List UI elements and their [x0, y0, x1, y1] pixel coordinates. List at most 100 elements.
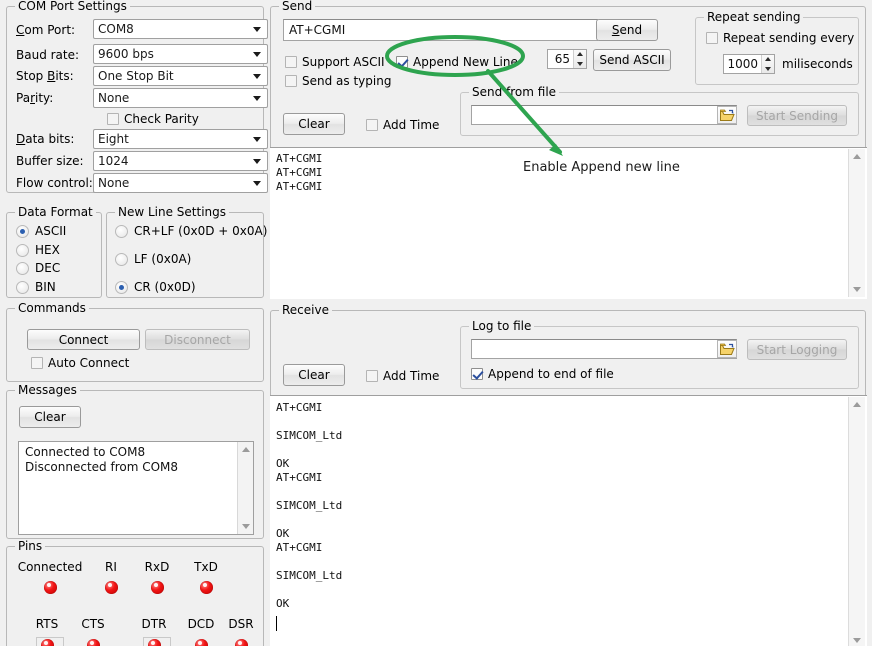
spinner-up-icon[interactable] — [762, 55, 774, 64]
send-as-typing-checkbox[interactable]: Send as typing — [285, 74, 391, 88]
log-file-path-input[interactable] — [471, 339, 737, 359]
radio-dot — [115, 281, 128, 294]
radio-data-format-ascii[interactable]: ASCII — [16, 224, 66, 238]
spinner-up-icon[interactable] — [574, 50, 586, 59]
auto-connect-label: Auto Connect — [48, 356, 129, 370]
folder-open-icon — [720, 109, 735, 122]
append-to-end-checkbox[interactable]: Append to end of file — [471, 367, 614, 381]
repeat-unit-label: miliseconds — [782, 57, 853, 71]
pin-label-cts: CTS — [69, 617, 117, 631]
data-bits-value: Eight — [98, 132, 129, 146]
ascii-count-spinner[interactable]: 65 — [547, 49, 587, 69]
connect-button[interactable]: Connect — [27, 329, 140, 350]
scroll-up-icon[interactable] — [238, 442, 253, 457]
send-add-time-label: Add Time — [383, 118, 439, 132]
start-logging-button[interactable]: Start Logging — [747, 339, 847, 360]
com-port-value: COM8 — [98, 22, 134, 36]
radio-dot — [16, 244, 29, 257]
parity-label: Parity: — [16, 91, 53, 105]
send-as-typing-label: Send as typing — [302, 74, 391, 88]
scroll-up-icon[interactable] — [849, 149, 864, 164]
send-log-scrollbar[interactable] — [848, 149, 865, 297]
spinner-arrows[interactable] — [761, 55, 774, 73]
check-parity-checkbox[interactable]: Check Parity — [107, 112, 199, 126]
scroll-down-icon[interactable] — [238, 519, 253, 534]
spinner-arrows[interactable] — [573, 50, 586, 68]
chevron-down-icon — [253, 27, 261, 32]
start-sending-button[interactable]: Start Sending — [747, 105, 847, 126]
messages-clear-button[interactable]: Clear — [19, 406, 81, 428]
send-ascii-button[interactable]: Send ASCII — [593, 49, 671, 71]
flow-control-select[interactable]: None — [93, 173, 268, 193]
radio-data-format-dec[interactable]: DEC — [16, 261, 60, 275]
receive-add-time-label: Add Time — [383, 369, 439, 383]
radio-label: CR+LF (0x0D + 0x0A) — [134, 224, 267, 238]
stop-bits-select[interactable]: One Stop Bit — [93, 66, 268, 86]
repeat-sending-checkbox[interactable]: Repeat sending every — [706, 31, 854, 45]
scroll-down-icon[interactable] — [849, 633, 864, 646]
radio-dot — [16, 262, 29, 275]
led-cts — [87, 639, 100, 646]
scroll-down-icon[interactable] — [849, 282, 864, 297]
com-port-settings-group: COM Port Settings Com Port: COM8 Baud ra… — [6, 6, 264, 193]
pin-label-txd: TxD — [182, 560, 230, 574]
com-port-settings-title: COM Port Settings — [15, 0, 130, 13]
scroll-up-icon[interactable] — [849, 397, 864, 412]
com-port-select[interactable]: COM8 — [93, 19, 268, 39]
browse-folder-button[interactable] — [717, 106, 737, 124]
annotation-label: Enable Append new line — [523, 160, 680, 175]
chevron-down-icon — [253, 137, 261, 142]
auto-connect-checkbox[interactable]: Auto Connect — [31, 356, 129, 370]
text-cursor — [276, 616, 277, 631]
pins-title: Pins — [15, 539, 45, 553]
radio-newline-lf[interactable]: LF (0x0A) — [115, 252, 191, 266]
append-new-line-checkbox[interactable]: Append New Line — [396, 55, 518, 69]
disconnect-button[interactable]: Disconnect — [145, 329, 250, 350]
send-file-path-input[interactable] — [471, 105, 737, 125]
receive-clear-button[interactable]: Clear — [283, 364, 345, 386]
receive-log-scrollbar[interactable] — [848, 397, 865, 646]
repeat-interval-spinner[interactable]: 1000 — [723, 54, 775, 74]
receive-group: Receive Clear Add Time Log to file Start… — [270, 310, 866, 646]
data-bits-label: Data bits: — [16, 132, 74, 146]
support-ascii-checkbox[interactable]: Support ASCII — [285, 55, 385, 69]
led-dtr — [148, 639, 161, 646]
stop-bits-label: Stop Bits: — [16, 69, 74, 83]
baud-rate-select[interactable]: 9600 bps — [93, 44, 268, 64]
data-bits-select[interactable]: Eight — [93, 129, 268, 149]
append-to-end-label: Append to end of file — [488, 367, 614, 381]
ascii-count-value: 65 — [548, 52, 573, 66]
messages-log-pane[interactable]: Connected to COM8 Disconnected from COM8 — [18, 441, 254, 535]
folder-open-icon — [720, 343, 735, 356]
checkbox-box — [706, 32, 718, 44]
receive-log-pane[interactable]: AT+CGMI SIMCOM_Ltd OK AT+CGMI SIMCOM_Ltd… — [270, 395, 867, 646]
receive-add-time-checkbox[interactable]: Add Time — [366, 369, 439, 383]
radio-newline-cr[interactable]: CR (0x0D) — [115, 280, 196, 294]
spinner-down-icon[interactable] — [574, 59, 586, 68]
check-parity-label: Check Parity — [124, 112, 199, 126]
radio-label: ASCII — [35, 224, 66, 238]
browse-folder-button[interactable] — [717, 340, 737, 358]
radio-data-format-bin[interactable]: BIN — [16, 280, 56, 294]
radio-dot — [115, 225, 128, 238]
pins-group: Pins Connected RI RxD TxD RTS CTS DTR DC… — [6, 546, 264, 646]
append-new-line-label: Append New Line — [413, 55, 518, 69]
parity-value: None — [98, 91, 129, 105]
data-format-group: Data Format ASCII HEX DEC BIN — [6, 212, 102, 298]
buffer-size-select[interactable]: 1024 — [93, 151, 268, 171]
radio-newline-crlf[interactable]: CR+LF (0x0D + 0x0A) — [115, 224, 267, 238]
log-to-file-group: Log to file Start Logging Append to end … — [460, 326, 859, 389]
led-ri — [105, 581, 118, 594]
send-command-input[interactable]: AT+CGMI — [283, 19, 598, 41]
radio-data-format-hex[interactable]: HEX — [16, 243, 60, 257]
parity-select[interactable]: None — [93, 88, 268, 108]
send-add-time-checkbox[interactable]: Add Time — [366, 118, 439, 132]
baud-rate-label: Baud rate: — [16, 48, 79, 62]
log-to-file-title: Log to file — [469, 319, 534, 333]
checkbox-box — [107, 113, 119, 125]
spinner-down-icon[interactable] — [762, 64, 774, 73]
commands-title: Commands — [15, 301, 89, 315]
messages-scrollbar[interactable] — [237, 442, 253, 534]
send-clear-button[interactable]: Clear — [283, 113, 345, 135]
send-button[interactable]: Send — [596, 19, 658, 41]
